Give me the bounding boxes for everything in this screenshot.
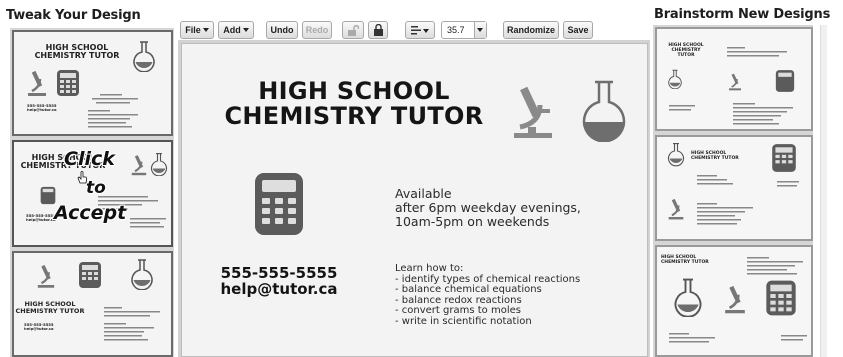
calculator-icon [775, 70, 795, 92]
toolbar: File Add Undo Redo 35.7 Randomize Save [178, 19, 648, 41]
chevron-down-icon [202, 28, 209, 32]
availability-text[interactable]: Available after 6pm weekday evenings, 10… [395, 187, 581, 229]
chevron-down-icon [423, 29, 429, 33]
calculator-icon [57, 70, 79, 96]
thumbnail-title: HIGH SCHOOL CHEMISTRY TUTOR [691, 151, 739, 161]
unlock-button[interactable] [342, 21, 364, 39]
align-icon [411, 26, 421, 35]
suggested-design-thumbnail[interactable]: HIGH SCHOOL CHEMISTRY TUTOR [655, 245, 813, 357]
thumbnail-details [98, 303, 171, 355]
undo-button[interactable]: Undo [266, 21, 298, 39]
thumbnail-title: HIGH SCHOOL CHEMISTRY TUTOR [668, 43, 704, 58]
right-panel-title: Brainstorm New Designs [654, 7, 831, 22]
flask-icon [133, 41, 155, 72]
lock-icon [373, 23, 383, 36]
design-thumbnail[interactable]: HIGH SCHOOL CHEMISTRY TUTOR 555-555-5555… [12, 30, 173, 136]
suggested-design-thumbnail[interactable]: HIGH SCHOOL CHEMISTRY TUTOR [655, 135, 813, 241]
suggested-design-thumbnail[interactable]: HIGH SCHOOL CHEMISTRY TUTOR [655, 27, 813, 131]
thumbnail-title: HIGH SCHOOL CHEMISTRY TUTOR [15, 300, 85, 315]
add-menu-button[interactable]: Add [218, 21, 254, 39]
chevron-down-icon [242, 28, 249, 32]
right-panel-scrollbar[interactable] [820, 25, 827, 357]
design-thumbnail[interactable]: HIGH SCHOOL CHEMISTRY TUTOR 555-555-5555… [12, 251, 173, 357]
thumbnail-contact: 555-555-5555 help@tutor.ca [26, 213, 56, 223]
learn-item: - write in scientific notation [395, 315, 532, 327]
lock-button[interactable] [368, 21, 388, 39]
design-editor: Tweak Your Design HIGH SCHOOL CHEMISTRY … [0, 0, 843, 357]
calculator-icon [79, 262, 101, 288]
align-dropdown[interactable] [405, 21, 435, 39]
flask-icon [667, 142, 685, 167]
hand-pointer-icon [77, 171, 87, 184]
thumbnail-contact: 555-555-5555 help@tutor.ca [24, 322, 54, 332]
microscope-icon [37, 264, 55, 288]
file-menu-button[interactable]: File [180, 21, 214, 39]
overlay-click[interactable]: Click [64, 148, 115, 170]
thumbnail-title: HIGH SCHOOL CHEMISTRY TUTOR [661, 255, 709, 265]
microscope-icon [729, 73, 741, 91]
learn-item: - balance chemical equations [395, 284, 542, 295]
font-size-input[interactable]: 35.7 [441, 21, 487, 39]
unlock-icon [348, 25, 360, 36]
microscope-icon [725, 285, 745, 314]
thumbnail-title: HIGH SCHOOL CHEMISTRY TUTOR [34, 43, 120, 60]
thumbnail-details [721, 43, 797, 68]
learn-heading: Learn how to: [395, 263, 464, 274]
microscope-icon [668, 198, 684, 220]
calculator-icon [772, 144, 796, 172]
flask-icon [674, 278, 702, 317]
microscope-icon [131, 155, 147, 176]
phone-number: 555-555-5555 [220, 264, 338, 282]
randomize-button[interactable]: Randomize [503, 21, 559, 39]
microscope-icon[interactable] [510, 83, 556, 139]
microscope-icon [28, 70, 46, 96]
chevron-down-icon [477, 28, 483, 32]
overlay-accept[interactable]: Accept [54, 202, 126, 224]
email-address: help@tutor.ca [220, 280, 338, 298]
overlay-to[interactable]: to [86, 178, 106, 198]
learn-item: - convert grams to moles [395, 305, 521, 316]
flask-icon[interactable] [580, 78, 628, 142]
learn-list[interactable]: Learn how to: - identify types of chemic… [395, 263, 580, 327]
design-title[interactable]: HIGH SCHOOL CHEMISTRY TUTOR [214, 79, 494, 129]
thumbnail-contact: 555-555-5555 help@tutor.ca [27, 103, 57, 113]
calculator-icon[interactable] [254, 172, 304, 236]
redo-button[interactable]: Redo [302, 21, 332, 39]
flask-icon [668, 69, 682, 89]
flask-icon [150, 152, 168, 176]
calculator-icon [766, 280, 796, 316]
contact-block[interactable]: 555-555-5555 help@tutor.ca [214, 265, 344, 297]
design-thumbnail-selected[interactable]: HIGH SCHOOL CHEMISTRY TUTOR 555-555-5555… [12, 140, 173, 247]
left-panel-title: Tweak Your Design [6, 8, 141, 23]
flask-icon [131, 259, 153, 290]
save-button[interactable]: Save [563, 21, 593, 39]
thumbnail-details [82, 90, 171, 134]
